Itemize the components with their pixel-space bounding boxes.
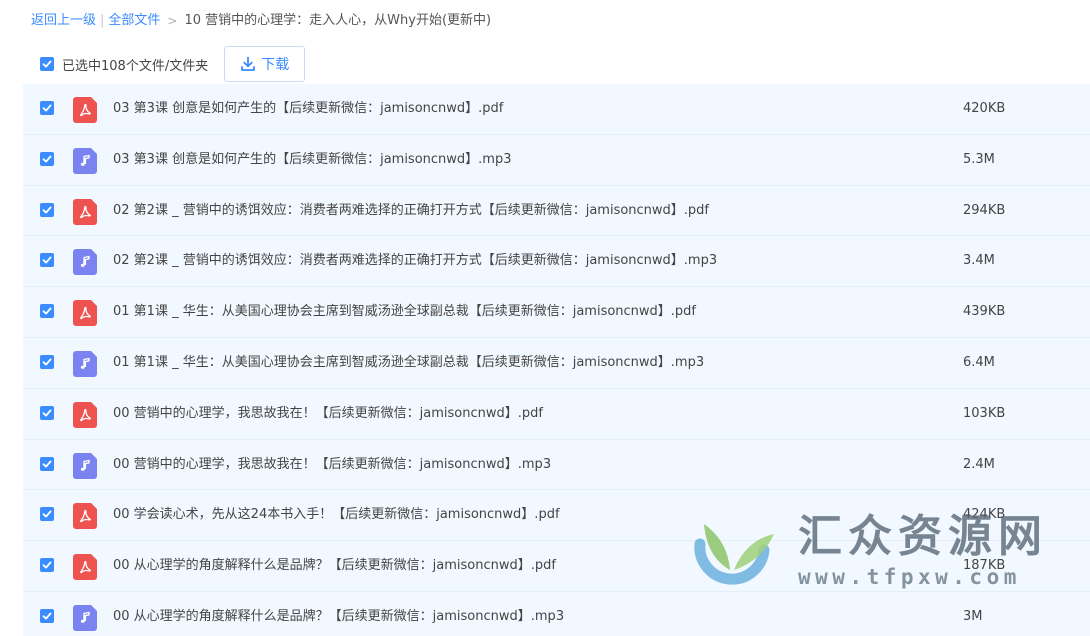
checkmark-icon: [42, 561, 52, 569]
file-name[interactable]: 01 第1课 _ 华生：从美国心理协会主席到智威汤逊全球副总裁【后续更新微信：j…: [113, 338, 704, 388]
file-checkbox[interactable]: [40, 507, 54, 522]
file-row[interactable]: 00 营销中的心理学，我思故我在！【后续更新微信：jamisoncnwd】.pd…: [23, 389, 1090, 440]
file-name[interactable]: 00 从心理学的角度解释什么是品牌？【后续更新微信：jamisoncnwd】.p…: [113, 541, 556, 591]
file-size: 424KB: [963, 507, 1006, 523]
file-row[interactable]: 01 第1课 _ 华生：从美国心理协会主席到智威汤逊全球副总裁【后续更新微信：j…: [23, 338, 1090, 389]
select-all-checkbox[interactable]: [40, 57, 54, 71]
download-icon: [241, 56, 256, 71]
audio-file-icon: [73, 452, 97, 479]
audio-file-icon: [73, 249, 97, 276]
file-row[interactable]: 02 第2课 _ 营销中的诱饵效应：消费者两难选择的正确打开方式【后续更新微信：…: [23, 236, 1090, 288]
file-row[interactable]: 00 从心理学的角度解释什么是品牌？【后续更新微信：jamisoncnwd】.m…: [23, 592, 1090, 636]
checkmark-icon: [42, 155, 52, 163]
pdf-file-icon: [73, 554, 97, 581]
file-size: 3M: [963, 608, 983, 624]
pdf-file-icon: [73, 503, 97, 530]
file-size: 2.4M: [963, 456, 995, 472]
checkmark-icon: [42, 612, 52, 620]
file-checkbox[interactable]: [40, 405, 54, 420]
file-name[interactable]: 01 第1课 _ 华生：从美国心理协会主席到智威汤逊全球副总裁【后续更新微信：j…: [113, 287, 696, 337]
file-browser-page: 返回上一级 | 全部文件 > 10 营销中的心理学：走入人心，从Why开始(更新…: [0, 0, 1090, 636]
file-row[interactable]: 00 学会读心术，先从这24本书入手！【后续更新微信：jamisoncnwd】.…: [23, 490, 1090, 542]
breadcrumb-arrow: >: [167, 14, 178, 28]
download-button-label: 下载: [261, 57, 290, 73]
checkmark-icon: [42, 358, 52, 366]
file-checkbox[interactable]: [40, 558, 54, 573]
file-size: 5.3M: [963, 151, 995, 167]
all-files-link[interactable]: 全部文件: [108, 11, 160, 31]
file-name[interactable]: 00 学会读心术，先从这24本书入手！【后续更新微信：jamisoncnwd】.…: [113, 490, 560, 540]
breadcrumb-separator: |: [100, 13, 105, 28]
file-row[interactable]: 03 第3课 创意是如何产生的【后续更新微信：jamisoncnwd】.mp3 5…: [23, 135, 1090, 186]
file-checkbox[interactable]: [40, 151, 54, 166]
file-name[interactable]: 00 营销中的心理学，我思故我在！【后续更新微信：jamisoncnwd】.mp…: [113, 440, 551, 490]
file-size: 3.4M: [963, 253, 995, 269]
file-name[interactable]: 03 第3课 创意是如何产生的【后续更新微信：jamisoncnwd】.mp3: [113, 135, 512, 185]
back-link[interactable]: 返回上一级: [31, 11, 96, 31]
file-name[interactable]: 00 从心理学的角度解释什么是品牌？【后续更新微信：jamisoncnwd】.m…: [113, 592, 564, 636]
breadcrumb: 返回上一级 | 全部文件 > 10 营销中的心理学：走入人心，从Why开始(更新…: [31, 11, 491, 31]
file-size: 439KB: [963, 304, 1006, 320]
selection-count-text: 已选中108个文件/文件夹: [62, 58, 209, 74]
file-size: 187KB: [963, 558, 1006, 574]
file-row[interactable]: 03 第3课 创意是如何产生的【后续更新微信：jamisoncnwd】.pdf 4…: [23, 84, 1090, 135]
file-size: 420KB: [963, 101, 1006, 116]
checkmark-icon: [42, 104, 52, 112]
file-checkbox[interactable]: [40, 101, 54, 115]
pdf-file-icon: [73, 97, 97, 123]
file-size: 294KB: [963, 202, 1006, 218]
checkmark-icon: [42, 206, 52, 214]
file-size: 103KB: [963, 405, 1006, 421]
checkmark-icon: [42, 60, 52, 68]
download-button[interactable]: 下载: [224, 46, 306, 82]
pdf-file-icon: [73, 198, 97, 225]
audio-file-icon: [73, 604, 97, 631]
file-checkbox[interactable]: [40, 456, 54, 471]
checkmark-icon: [42, 409, 52, 417]
checkmark-icon: [42, 460, 52, 468]
file-name[interactable]: 03 第3课 创意是如何产生的【后续更新微信：jamisoncnwd】.pdf: [113, 84, 503, 134]
file-list: 03 第3课 创意是如何产生的【后续更新微信：jamisoncnwd】.pdf 4…: [23, 84, 1090, 636]
file-checkbox[interactable]: [40, 354, 54, 369]
file-name[interactable]: 00 营销中的心理学，我思故我在！【后续更新微信：jamisoncnwd】.pd…: [113, 389, 543, 439]
file-name[interactable]: 02 第2课 _ 营销中的诱饵效应：消费者两难选择的正确打开方式【后续更新微信：…: [113, 236, 717, 286]
file-row[interactable]: 00 营销中的心理学，我思故我在！【后续更新微信：jamisoncnwd】.mp…: [23, 440, 1090, 491]
checkmark-icon: [42, 256, 52, 264]
pdf-file-icon: [73, 401, 97, 428]
current-folder-title: 10 营销中的心理学：走入人心，从Why开始(更新中): [184, 13, 492, 28]
selection-toolbar: 已选中108个文件/文件夹 下载: [40, 46, 306, 82]
audio-file-icon: [73, 350, 97, 377]
audio-file-icon: [73, 147, 97, 174]
file-size: 6.4M: [963, 354, 995, 370]
checkmark-icon: [42, 307, 52, 315]
checkmark-icon: [42, 510, 52, 518]
file-checkbox[interactable]: [40, 253, 54, 268]
pdf-file-icon: [73, 300, 97, 327]
file-checkbox[interactable]: [40, 202, 54, 217]
file-checkbox[interactable]: [40, 608, 54, 623]
file-name[interactable]: 02 第2课 _ 营销中的诱饵效应：消费者两难选择的正确打开方式【后续更新微信：…: [113, 186, 709, 236]
file-row[interactable]: 02 第2课 _ 营销中的诱饵效应：消费者两难选择的正确打开方式【后续更新微信：…: [23, 186, 1090, 237]
file-checkbox[interactable]: [40, 304, 54, 319]
file-row[interactable]: 01 第1课 _ 华生：从美国心理协会主席到智威汤逊全球副总裁【后续更新微信：j…: [23, 287, 1090, 338]
file-row[interactable]: 00 从心理学的角度解释什么是品牌？【后续更新微信：jamisoncnwd】.p…: [23, 541, 1090, 592]
